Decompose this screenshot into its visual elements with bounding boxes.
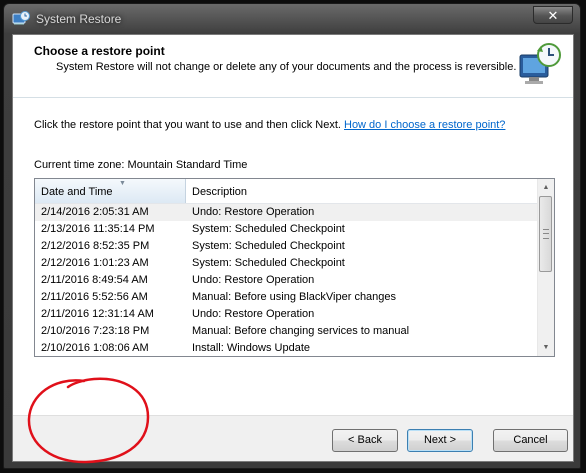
scroll-up-icon[interactable]: ▲ [538,179,554,196]
instruction-line: Click the restore point that you want to… [34,119,505,131]
scrollbar-thumb[interactable] [539,196,552,272]
table-row[interactable]: 2/11/2016 12:31:14 AM Undo: Restore Opera… [35,306,539,323]
instruction-text: Click the restore point that you want to… [34,119,341,131]
page-title: Choose a restore point [34,44,165,58]
sort-arrow-icon: ▼ [119,180,126,187]
row-description: System: Scheduled Checkpoint [192,223,345,235]
column-header-date-label: Date and Time [41,186,113,198]
row-date: 2/11/2016 5:52:56 AM [41,291,148,303]
column-header-row: ▼ Date and Time Description [35,179,539,204]
timezone-label: Current time zone: Mountain Standard Tim… [34,159,248,171]
restore-clock-icon [519,43,561,84]
next-button[interactable]: Next > [407,429,473,452]
vertical-scrollbar[interactable]: ▲ ▼ [537,179,554,356]
grip-icon [543,229,549,239]
restore-point-list[interactable]: ▼ Date and Time Description 2/14/2016 2:… [34,178,555,357]
row-description: Manual: Before changing services to manu… [192,325,410,337]
row-date: 2/12/2016 1:01:23 AM [41,257,149,269]
row-date: 2/13/2016 11:35:14 PM [41,223,155,235]
row-description: System: Scheduled Checkpoint [192,257,345,269]
red-circle-annotation [27,377,150,464]
table-row[interactable]: 2/10/2016 7:23:18 PM Manual: Before chang… [35,323,539,340]
system-restore-icon [12,11,30,25]
table-row[interactable]: 2/12/2016 1:01:23 AM System: Scheduled Ch… [35,255,539,272]
close-button[interactable]: ✕ [533,6,573,24]
back-button[interactable]: < Back [332,429,398,452]
column-header-description-label: Description [192,186,248,198]
help-link[interactable]: How do I choose a restore point? [344,119,505,131]
row-description: Install: Windows Update [192,342,310,354]
row-date: 2/11/2016 8:49:54 AM [41,274,148,286]
restore-point-rows: 2/14/2016 2:05:31 AM Undo: Restore Operat… [35,204,539,356]
page-description: System Restore will not change or delete… [56,61,517,73]
row-description: Undo: Restore Operation [192,206,315,218]
window-title: System Restore [36,12,122,26]
row-date: 2/12/2016 8:52:35 PM [41,240,150,252]
scroll-down-icon[interactable]: ▼ [538,339,554,356]
table-row[interactable]: 2/11/2016 5:52:56 AM Manual: Before using… [35,289,539,306]
row-description: Undo: Restore Operation [192,274,315,286]
table-row[interactable]: 2/11/2016 8:49:54 AM Undo: Restore Operat… [35,272,539,289]
table-row[interactable]: 2/10/2016 1:08:06 AM Install: Windows Upd… [35,340,539,356]
table-row[interactable]: 2/12/2016 8:52:35 PM System: Scheduled Ch… [35,238,539,255]
table-row[interactable]: 2/13/2016 11:35:14 PM System: Scheduled C… [35,221,539,238]
row-date: 2/14/2016 2:05:31 AM [41,206,149,218]
cancel-button[interactable]: Cancel [493,429,568,452]
row-description: System: Scheduled Checkpoint [192,240,345,252]
table-row[interactable]: 2/14/2016 2:05:31 AM Undo: Restore Operat… [35,204,539,221]
row-description: Undo: Restore Operation [192,308,315,320]
wizard-header: Choose a restore point System Restore wi… [13,35,573,98]
column-header-date[interactable]: ▼ Date and Time [35,179,186,203]
row-date: 2/10/2016 7:23:18 PM [41,325,150,337]
title-bar[interactable]: System Restore ✕ [4,4,580,34]
row-date: 2/11/2016 12:31:14 AM [41,308,154,320]
row-description: Manual: Before using BlackViper changes [192,291,397,303]
column-header-description[interactable]: Description [186,179,539,203]
row-date: 2/10/2016 1:08:06 AM [41,342,149,354]
